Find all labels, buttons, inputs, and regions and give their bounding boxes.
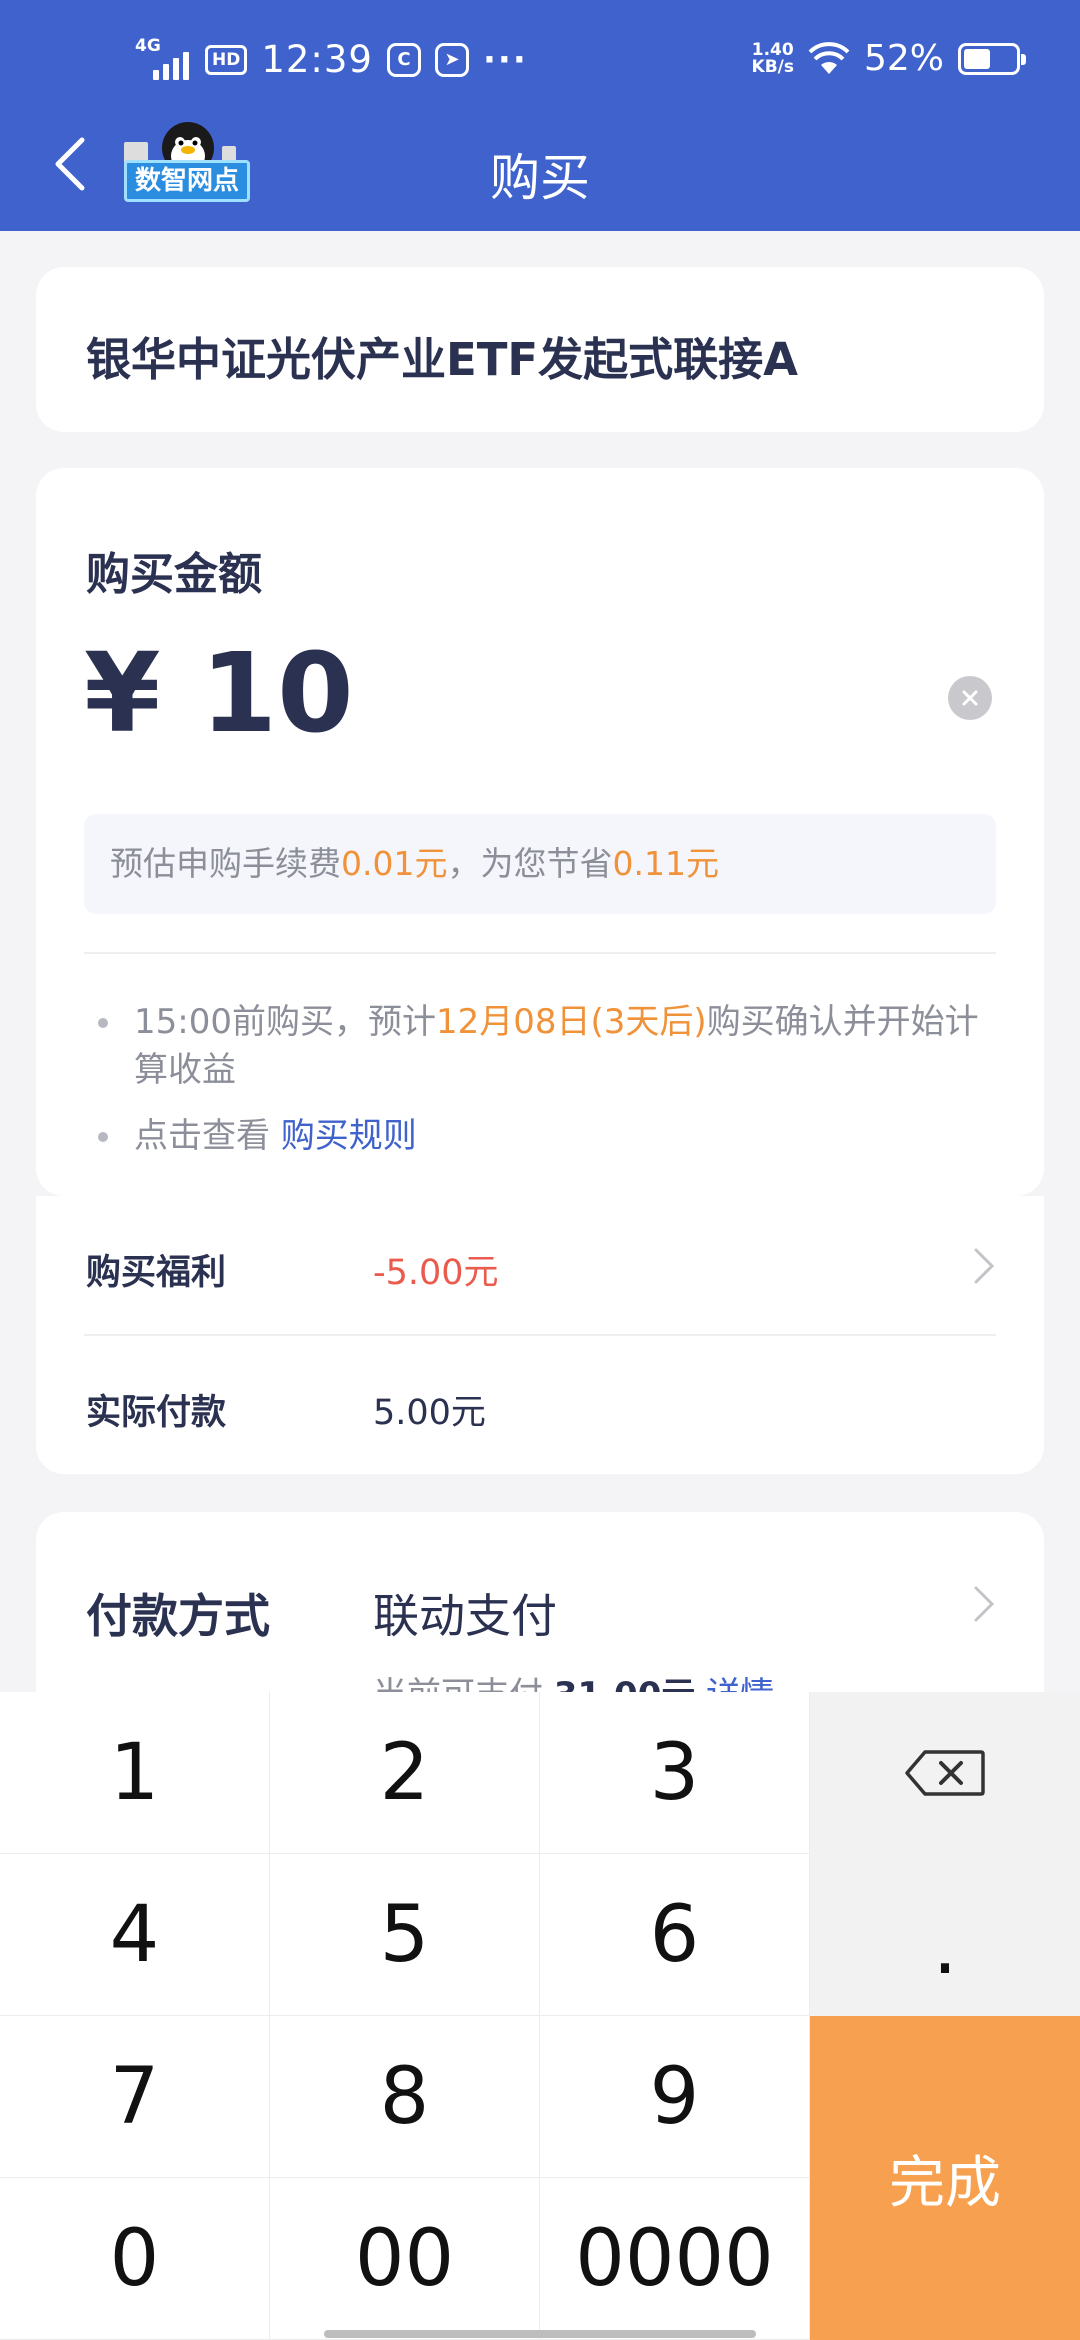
benefit-value: -5.00元	[373, 1253, 499, 1293]
page-title: 购买	[490, 149, 590, 207]
divider	[84, 952, 996, 954]
telegram-icon: ➤	[434, 42, 469, 77]
key-1[interactable]: 1	[0, 1692, 270, 1854]
note1-date: 12月08日(3天后)	[435, 1002, 707, 1042]
amount-input[interactable]: ¥ 10	[84, 638, 354, 748]
key-9[interactable]: 9	[540, 2016, 810, 2178]
battery-percent: 52%	[863, 38, 944, 79]
key-8[interactable]: 8	[270, 2016, 540, 2178]
actual-payment-label: 实际付款	[86, 1393, 227, 1433]
key-7[interactable]: 7	[0, 2016, 270, 2178]
status-time: 12:39	[261, 38, 373, 81]
note-confirm-date: 15:00前购买，预计12月08日(3天后)购买确认并开始计算收益	[84, 998, 996, 1094]
benefit-label: 购买福利	[86, 1253, 227, 1293]
note-rules: 点击查看 购买规则	[84, 1112, 996, 1160]
key-4[interactable]: 4	[0, 1854, 270, 2016]
fee-saved: 0.11元	[612, 844, 719, 883]
clear-amount-button[interactable]	[948, 676, 992, 720]
key-0[interactable]: 0	[0, 2178, 270, 2340]
key-5[interactable]: 5	[270, 1854, 540, 2016]
amount-value: 10	[200, 629, 354, 757]
home-indicator[interactable]	[324, 2330, 756, 2338]
status-bar-left: 4G HD 12:39 C ➤ ···	[135, 36, 528, 82]
numeric-keypad: 1 2 3 4 5 6 . 7 8 9 0 00 0000 完成	[0, 1692, 1080, 2340]
key-0000[interactable]: 0000	[540, 2178, 810, 2340]
nav-bar: 数智网点 购买	[0, 120, 1080, 231]
key-6[interactable]: 6	[540, 1854, 810, 2016]
purchase-notes: 15:00前购买，预计12月08日(3天后)购买确认并开始计算收益 点击查看 购…	[84, 998, 996, 1178]
key-2[interactable]: 2	[270, 1692, 540, 1854]
currency-symbol: ¥	[84, 629, 161, 757]
payment-method-value: 联动支付	[373, 1589, 557, 1643]
status-bar: 4G HD 12:39 C ➤ ··· 1.40 KB/s 52%	[0, 0, 1080, 120]
fund-name: 银华中证光伏产业ETF发起式联接A	[86, 333, 799, 386]
benefit-row[interactable]: 购买福利 -5.00元	[36, 1196, 1044, 1336]
chevron-right-icon	[974, 1586, 995, 1622]
note1-prefix: 15:00前购买，预计	[134, 1002, 436, 1042]
purchase-rules-link[interactable]: 购买规则	[281, 1116, 417, 1156]
close-icon	[962, 690, 978, 706]
battery-fill	[964, 48, 990, 69]
divider	[84, 1334, 996, 1336]
payment-method-label: 付款方式	[86, 1589, 270, 1643]
key-dot[interactable]: .	[810, 1854, 1080, 2016]
actual-payment-value: 5.00元	[373, 1393, 486, 1433]
fund-card: 银华中证光伏产业ETF发起式联接A	[36, 267, 1044, 432]
status-bar-right: 1.40 KB/s 52%	[751, 38, 1026, 79]
done-button[interactable]: 完成	[810, 2016, 1080, 2340]
header: 4G HD 12:39 C ➤ ··· 1.40 KB/s 52% 数智网点 购…	[0, 0, 1080, 231]
benefit-card: 购买福利 -5.00元 实际付款 5.00元	[36, 1196, 1044, 1474]
net-speed-value: 1.40	[751, 39, 794, 60]
backspace-icon	[905, 1750, 985, 1796]
net-speed-unit: KB/s	[751, 56, 794, 77]
net-speed: 1.40 KB/s	[751, 39, 794, 77]
key-00[interactable]: 00	[270, 2178, 540, 2340]
amount-card: 购买金额 ¥ 10 预估申购手续费0.01元，为您节省0.11元 15:00前购…	[36, 468, 1044, 1196]
chevron-right-icon	[974, 1248, 995, 1284]
fee-value: 0.01元	[341, 844, 448, 883]
key-3[interactable]: 3	[540, 1692, 810, 1854]
battery-icon	[958, 42, 1026, 75]
fee-middle: ，为您节省	[447, 844, 613, 883]
backspace-key[interactable]	[810, 1692, 1080, 1854]
note2-prefix: 点击查看	[134, 1116, 281, 1156]
more-notifications-icon: ···	[482, 39, 528, 80]
app-notification-icon: C	[386, 42, 421, 77]
signal-icon: 4G	[135, 36, 191, 80]
wifi-icon	[808, 41, 850, 74]
hd-badge: HD	[205, 44, 248, 75]
fee-estimate: 预估申购手续费0.01元，为您节省0.11元	[84, 814, 996, 914]
fee-prefix: 预估申购手续费	[110, 844, 341, 883]
amount-label: 购买金额	[86, 549, 262, 600]
